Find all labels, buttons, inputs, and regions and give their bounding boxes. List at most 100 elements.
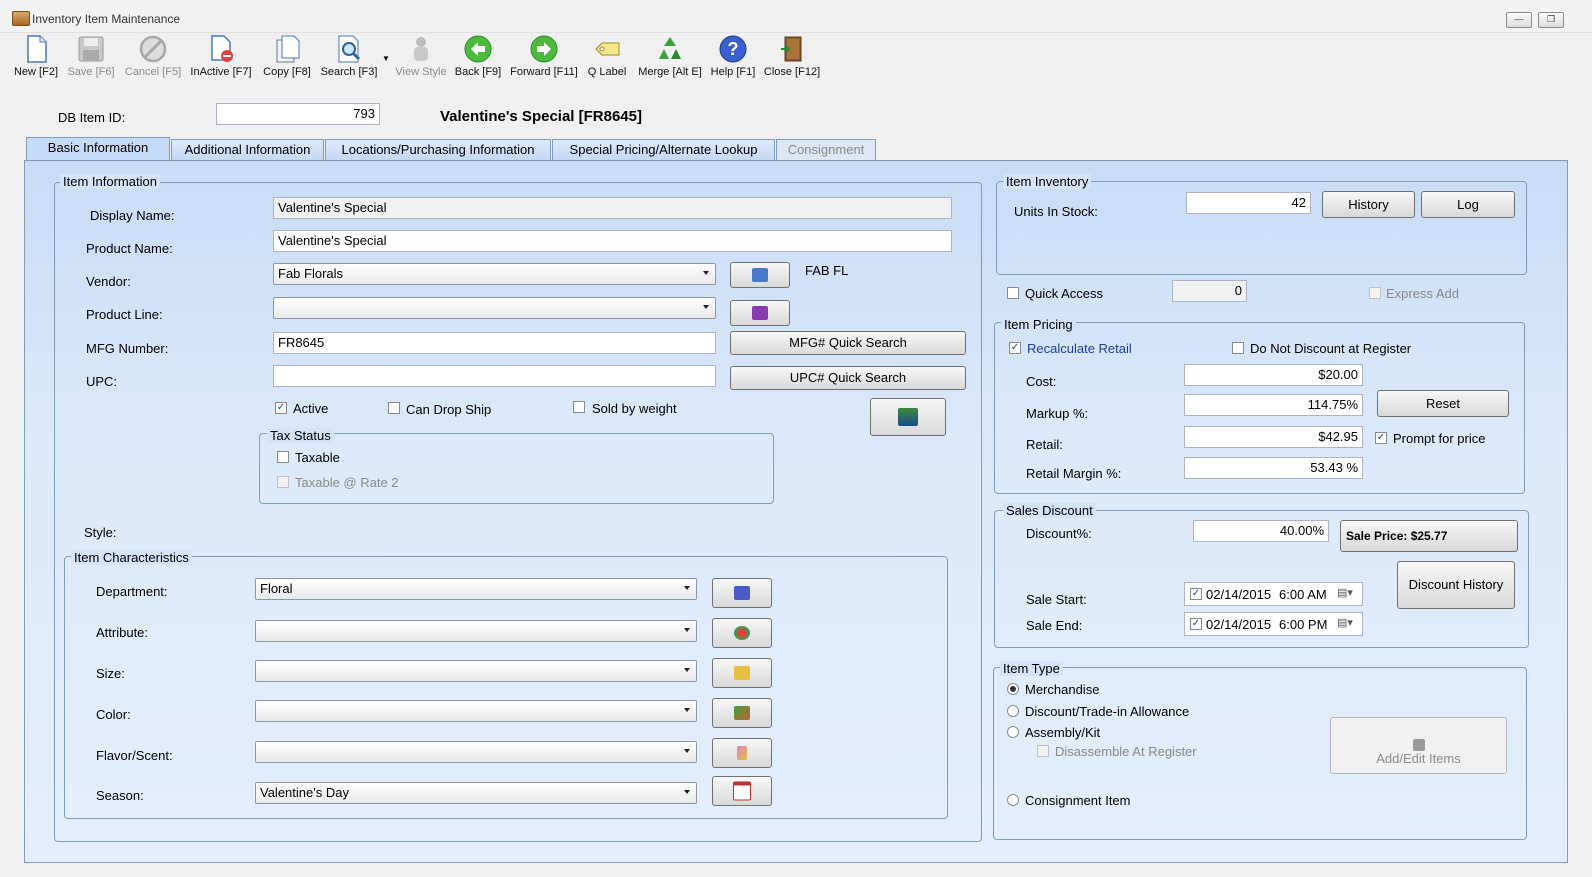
sold-by-weight-checkbox[interactable]	[573, 401, 585, 413]
assembly-kit-label: Assembly/Kit	[1025, 725, 1101, 740]
db-item-id-field[interactable]: 793	[216, 103, 380, 125]
taxable-rate2-checkbox[interactable]	[277, 476, 289, 488]
department-lookup-button[interactable]	[712, 578, 772, 608]
log-button[interactable]: Log	[1421, 191, 1515, 218]
tab-special-pricing[interactable]: Special Pricing/Alternate Lookup	[552, 139, 775, 161]
upc-quick-search-button[interactable]: UPC# Quick Search	[730, 366, 966, 390]
assembly-kit-radio[interactable]	[1007, 726, 1019, 738]
discount-percent-field[interactable]: 40.00%	[1193, 520, 1329, 542]
department-select[interactable]: Floral	[255, 578, 697, 600]
quick-access-field[interactable]: 0	[1172, 280, 1247, 302]
quick-access-label: Quick Access	[1025, 286, 1104, 301]
season-lookup-button[interactable]	[712, 776, 772, 806]
copy-button[interactable]: Copy [F8]	[260, 32, 314, 82]
tab-additional-information[interactable]: Additional Information	[171, 139, 324, 161]
save-button[interactable]: Save [F6]	[64, 32, 118, 82]
search-button[interactable]: Search [F3]	[318, 32, 380, 82]
cost-field[interactable]: $20.00	[1184, 364, 1363, 386]
help-button[interactable]: ? Help [F1]	[708, 32, 758, 82]
sale-start-time: 6:00 AM	[1279, 587, 1327, 602]
sale-start-checkbox[interactable]: ✓	[1190, 588, 1202, 600]
sale-end-checkbox[interactable]: ✓	[1190, 618, 1202, 630]
inactive-button[interactable]: InActive [F7]	[188, 32, 254, 82]
tax-status-group	[259, 433, 774, 504]
sale-start-label: Sale Start:	[1026, 592, 1087, 607]
upc-label: UPC:	[86, 374, 118, 389]
search-dropdown-icon[interactable]: ▼	[382, 54, 390, 63]
season-select[interactable]: Valentine's Day	[255, 782, 697, 804]
chevron-down-icon	[684, 749, 690, 753]
vendor-code: FAB FL	[805, 263, 849, 278]
calendar-dropdown-icon[interactable]: ▤▾	[1337, 586, 1353, 599]
mfg-number-field[interactable]: FR8645	[273, 332, 716, 354]
save-disk-icon	[76, 34, 106, 64]
retail-field[interactable]: $42.95	[1184, 426, 1363, 448]
disassemble-checkbox[interactable]	[1037, 745, 1049, 757]
color-lookup-button[interactable]	[712, 698, 772, 728]
mfg-quick-search-button[interactable]: MFG# Quick Search	[730, 331, 966, 355]
close-button[interactable]: Close [F12]	[760, 32, 824, 82]
item-image-button[interactable]	[870, 398, 946, 436]
new-button[interactable]: New [F2]	[10, 32, 62, 82]
minimize-button[interactable]: —	[1506, 12, 1532, 28]
forward-button[interactable]: Forward [F11]	[506, 32, 582, 82]
add-edit-items-label: Add/Edit Items	[1376, 751, 1461, 766]
attribute-select[interactable]	[255, 620, 697, 642]
express-add-checkbox[interactable]	[1369, 287, 1381, 299]
discount-history-button[interactable]: Discount History	[1397, 561, 1515, 609]
merge-button[interactable]: Merge [Alt E]	[634, 32, 706, 82]
do-not-discount-checkbox[interactable]	[1232, 342, 1244, 354]
prompt-for-price-checkbox[interactable]: ✓	[1375, 432, 1387, 444]
active-checkbox[interactable]: ✓	[275, 402, 287, 414]
calendar-icon	[733, 781, 751, 801]
retail-margin-field[interactable]: 53.43 %	[1184, 457, 1363, 479]
units-in-stock-field[interactable]: 42	[1186, 192, 1311, 214]
drop-ship-label: Can Drop Ship	[406, 402, 492, 417]
view-style-label: View Style	[395, 66, 447, 78]
flavor-scent-lookup-button[interactable]	[712, 738, 772, 768]
history-button[interactable]: History	[1322, 191, 1415, 218]
taxable-rate2-label: Taxable @ Rate 2	[295, 475, 399, 490]
q-label-label: Q Label	[587, 66, 627, 78]
add-edit-items-button[interactable]: Add/Edit Items	[1330, 717, 1507, 774]
back-label: Back [F9]	[454, 66, 502, 78]
item-inventory-title: Item Inventory	[1003, 174, 1092, 189]
season-value: Valentine's Day	[260, 785, 349, 800]
color-select[interactable]	[255, 700, 697, 722]
discount-percent-label: Discount%:	[1026, 526, 1092, 541]
department-label: Department:	[96, 584, 168, 599]
reset-button[interactable]: Reset	[1377, 390, 1509, 417]
prompt-for-price-label: Prompt for price	[1393, 431, 1486, 446]
product-line-lookup-button[interactable]	[730, 300, 790, 326]
title-bar: Inventory Item Maintenance — ❐	[0, 0, 1592, 33]
sale-price-button[interactable]: Sale Price: $25.77	[1340, 520, 1518, 552]
tab-locations-purchasing[interactable]: Locations/Purchasing Information	[325, 139, 551, 161]
merchandise-radio[interactable]	[1007, 683, 1019, 695]
vendor-select[interactable]: Fab Florals	[273, 263, 716, 285]
tab-basic-information[interactable]: Basic Information	[26, 137, 170, 162]
display-name-field[interactable]: Valentine's Special	[273, 197, 952, 219]
size-select[interactable]	[255, 660, 697, 682]
chevron-down-icon	[684, 668, 690, 672]
q-label-button[interactable]: Q Label	[584, 32, 630, 82]
flavor-scent-select[interactable]	[255, 741, 697, 763]
taxable-checkbox[interactable]	[277, 451, 289, 463]
cancel-button[interactable]: Cancel [F5]	[122, 32, 184, 82]
tab-consignment[interactable]: Consignment	[776, 139, 876, 161]
recalculate-retail-checkbox[interactable]: ✓	[1009, 342, 1021, 354]
quick-access-checkbox[interactable]	[1007, 287, 1019, 299]
product-name-field[interactable]: Valentine's Special	[273, 230, 952, 252]
attribute-lookup-button[interactable]	[712, 618, 772, 648]
view-style-button[interactable]: View Style	[392, 32, 450, 82]
markup-field[interactable]: 114.75%	[1184, 394, 1363, 416]
upc-field[interactable]	[273, 365, 716, 387]
product-line-select[interactable]	[273, 297, 716, 319]
calendar-dropdown-icon[interactable]: ▤▾	[1337, 616, 1353, 629]
restore-button[interactable]: ❐	[1538, 12, 1564, 28]
vendor-lookup-button[interactable]	[730, 262, 790, 288]
drop-ship-checkbox[interactable]	[388, 402, 400, 414]
size-lookup-button[interactable]	[712, 658, 772, 688]
discount-allowance-radio[interactable]	[1007, 705, 1019, 717]
consignment-item-radio[interactable]	[1007, 794, 1019, 806]
back-button[interactable]: Back [F9]	[452, 32, 504, 82]
